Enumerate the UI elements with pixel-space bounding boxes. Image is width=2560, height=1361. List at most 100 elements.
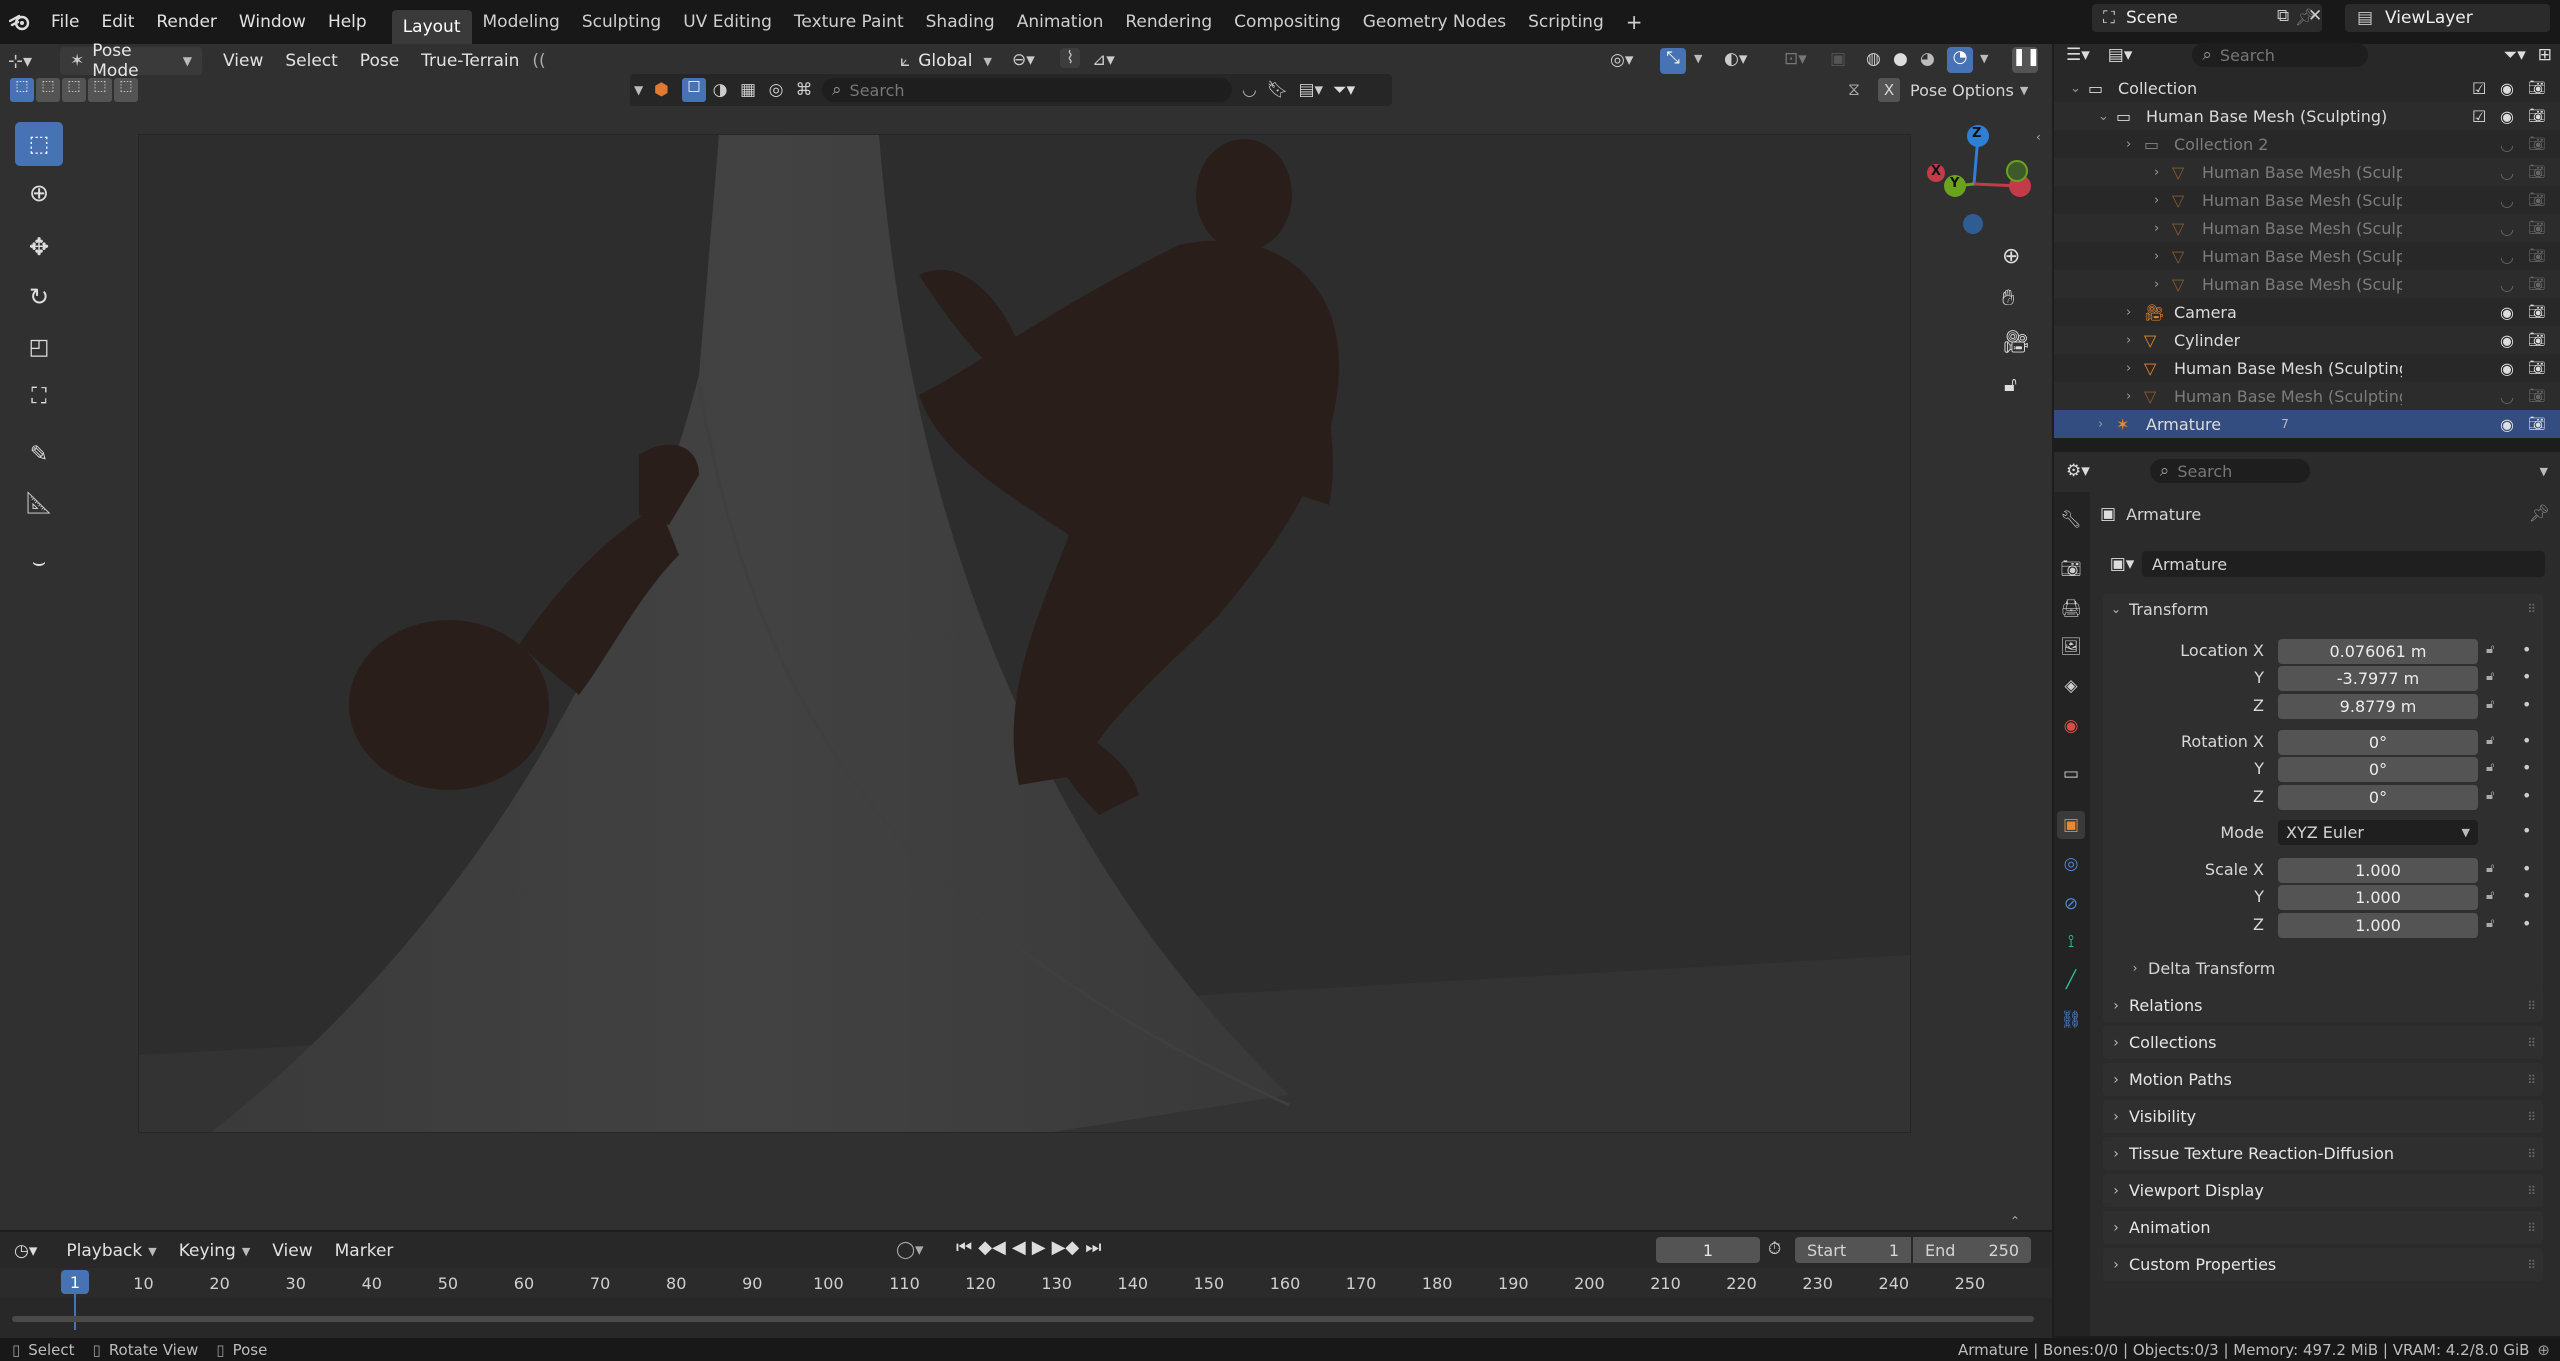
datablock-selector[interactable]: ▣▾ Armature [2102, 550, 2545, 578]
outliner-row[interactable]: › ✶ Armature 7 ◉ 📷︎ [2054, 410, 2560, 438]
view-layer-tab-icon[interactable]: 🖼︎ [2057, 633, 2085, 661]
visibility-eye-icon[interactable]: ◉ [2500, 107, 2514, 126]
visibility-eye-icon[interactable]: ◡ [2500, 135, 2514, 154]
cursor-tool[interactable]: ⊕ [15, 171, 63, 215]
chevron-down-icon[interactable]: ▼ [1694, 52, 1702, 65]
scene-tab-icon[interactable]: ◈ [2057, 672, 2085, 700]
tab-texture-paint[interactable]: Texture Paint [783, 6, 915, 38]
outliner-row[interactable]: › ▽ Human Base Mesh (Sculpting) ◉ 📷︎ [2054, 354, 2560, 382]
menu-marker[interactable]: Marker [324, 1237, 405, 1265]
transform-panel-header[interactable]: ⌄ Transform ⠿ [2103, 594, 2543, 624]
navigation-gizmo[interactable]: Z Y X [1916, 120, 2034, 238]
rotation-z-field[interactable]: 0° [2278, 785, 2478, 810]
render-camera-icon[interactable]: 📷︎ [2528, 220, 2546, 236]
shelf-filter-material-icon[interactable]: ◑ [706, 80, 734, 100]
bone-tab-icon[interactable]: ╱ [2057, 966, 2085, 994]
keyframe-dot-icon[interactable]: • [2522, 821, 2531, 840]
exclude-checkbox[interactable]: ☑ [2472, 79, 2486, 98]
pin-icon[interactable]: 📌︎ [2528, 504, 2550, 524]
add-workspace-button[interactable]: + [1615, 6, 1654, 38]
chevron-right-icon[interactable]: › [2154, 249, 2172, 264]
outliner-row[interactable]: › ▭ Collection 2 ◡ 📷︎ [2054, 130, 2560, 158]
chevron-right-icon[interactable]: › [2154, 193, 2172, 208]
outliner-row[interactable]: ›▽ Human Base Mesh (Sculpting).0(◡ 📷︎ [2054, 242, 2560, 270]
render-camera-icon[interactable]: 📷︎ [2528, 164, 2546, 180]
render-camera-icon[interactable]: 📷︎ [2528, 360, 2546, 376]
prev-keyframe-icon[interactable]: ◆◀ [978, 1237, 1006, 1258]
scale-x-field[interactable]: 1.000 [2278, 858, 2478, 883]
pause-icon[interactable]: ❚❚ [2012, 47, 2041, 73]
visibility-eye-icon[interactable]: ◡ [2500, 191, 2514, 210]
location-x-field[interactable]: 0.076061 m [2278, 639, 2478, 664]
menu-help[interactable]: Help [317, 6, 378, 38]
overlay-icon[interactable]: ◐▾ [1724, 49, 1747, 69]
render-camera-icon[interactable]: 📷︎ [2528, 388, 2546, 404]
drag-handle-icon[interactable]: ⠿ [2527, 602, 2536, 616]
material-shading-icon[interactable]: ◕ [1920, 49, 1935, 69]
wave-icon[interactable]: (( [532, 51, 545, 71]
panel-header[interactable]: › Visibility ⠿ [2103, 1100, 2543, 1133]
menu-timeline-view[interactable]: View [261, 1237, 323, 1265]
chevron-down-icon[interactable]: ⌄ [2070, 81, 2088, 96]
render-camera-icon[interactable]: 📷︎ [2528, 80, 2546, 96]
chevron-right-icon[interactable]: › [2154, 221, 2172, 236]
menu-edit[interactable]: Edit [90, 6, 145, 38]
filter-funnel-icon[interactable]: ⏷▾ [2504, 45, 2526, 65]
keyframe-dot-icon[interactable]: • [2522, 695, 2531, 714]
keyframe-dot-icon[interactable]: • [2522, 667, 2531, 686]
play-icon[interactable]: ▶ [1032, 1237, 1046, 1258]
panel-header[interactable]: › Viewport Display ⠿ [2103, 1174, 2543, 1207]
shelf-filter-node-icon[interactable]: ⌘ [790, 80, 818, 100]
outliner-row[interactable]: › 🎥︎ Camera ◉ 📷︎ [2054, 298, 2560, 326]
select-extend-icon[interactable]: ⬚ [36, 78, 60, 102]
render-camera-icon[interactable]: 📷︎ [2528, 136, 2546, 152]
scale-tool[interactable]: ◰ [15, 325, 63, 369]
drag-handle-icon[interactable]: ⠿ [2527, 1258, 2536, 1272]
menu-select[interactable]: Select [274, 45, 348, 77]
shelf-filter-world-icon[interactable]: ◎ [762, 80, 790, 100]
menu-file[interactable]: File [40, 6, 90, 38]
select-subtract-icon[interactable]: ⬚ [62, 78, 86, 102]
rotate-tool[interactable]: ↻ [15, 275, 63, 319]
render-camera-icon[interactable]: 📷︎ [2528, 416, 2546, 432]
xray-icon[interactable]: ⊡▾ [1784, 49, 1807, 69]
properties-editor-icon[interactable]: ⚙▾ [2066, 461, 2090, 481]
transform-tool[interactable]: ⛶ [15, 374, 63, 418]
menu-render[interactable]: Render [145, 6, 228, 38]
clock-editor-icon[interactable]: ◷▾ [14, 1241, 37, 1261]
constraint-tab-icon[interactable]: ⊘ [2057, 890, 2085, 918]
lock-icon[interactable]: 🔓︎ [2486, 642, 2494, 657]
keyframe-dot-icon[interactable]: • [2522, 640, 2531, 659]
menu-keying[interactable]: Keying ▼ [168, 1237, 262, 1265]
viewlayer-selector[interactable]: ▤ ViewLayer [2345, 4, 2550, 32]
render-camera-icon[interactable]: 📷︎ [2528, 332, 2546, 348]
rotation-y-field[interactable]: 0° [2278, 757, 2478, 782]
lock-icon[interactable]: 🔓︎ [2486, 916, 2494, 931]
rotation-mode-select[interactable]: XYZ Euler ▼ [2278, 820, 2478, 845]
select-intersect-icon[interactable]: ⬚ [114, 78, 138, 102]
filter-funnel-icon[interactable]: ⏷▾ [1333, 80, 1355, 100]
visibility-eye-icon[interactable]: ◉ [2500, 359, 2514, 378]
render-camera-icon[interactable]: 📷︎ [2528, 304, 2546, 320]
chevron-right-icon[interactable]: › [2154, 277, 2172, 292]
stopwatch-icon[interactable]: ⏱︎ [1768, 1239, 1781, 1259]
physics-tab-icon[interactable]: ◎ [2057, 850, 2085, 878]
output-tab-icon[interactable]: 🖨︎ [2057, 595, 2085, 623]
gizmo-toggle-icon[interactable]: ⤡ [1660, 48, 1686, 74]
lock-icon[interactable]: 🔓︎ [2486, 788, 2494, 803]
visibility-eye-icon[interactable]: ◉ [2500, 415, 2514, 434]
next-keyframe-icon[interactable]: ▶◆ [1052, 1237, 1080, 1258]
render-camera-icon[interactable]: 📷︎ [2528, 108, 2546, 124]
outliner-row[interactable]: ›▽ Human Base Mesh (Sculpting).0(◡ 📷︎ [2054, 270, 2560, 298]
tab-shading[interactable]: Shading [915, 6, 1006, 38]
lock-icon[interactable]: 🔓︎ [2486, 888, 2494, 903]
end-frame-field[interactable]: End 250 [1913, 1237, 2031, 1263]
render-camera-icon[interactable]: 📷︎ [2528, 192, 2546, 208]
playback-controls[interactable]: ⏮ ◆◀ ◀ ▶ ▶◆ ⏭ [956, 1237, 1101, 1258]
location-z-field[interactable]: 9.8779 m [2278, 694, 2478, 719]
lock-icon[interactable]: 🔓︎ [2486, 733, 2494, 748]
properties-search-input[interactable]: ⌕ Search [2149, 459, 2310, 483]
panel-header[interactable]: › Relations ⠿ [2103, 989, 2543, 1022]
tool-tab-icon[interactable]: 🔧︎ [2057, 506, 2085, 534]
rotation-x-field[interactable]: 0° [2278, 730, 2478, 755]
